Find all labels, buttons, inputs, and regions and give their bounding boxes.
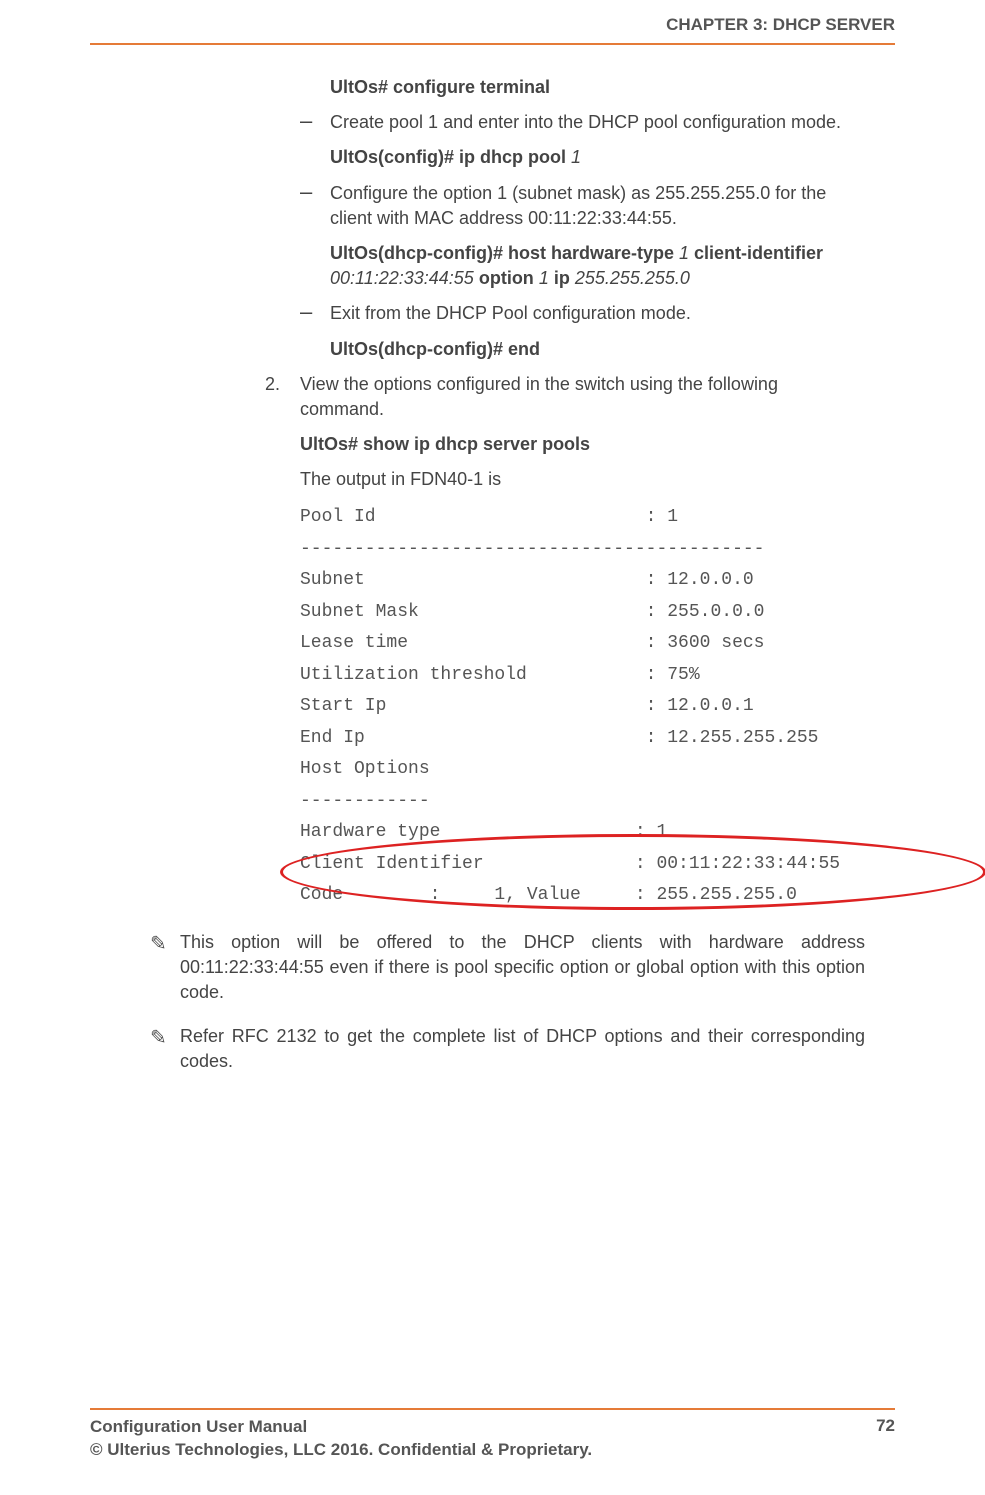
footer-left: Configuration User Manual © Ulterius Tec… (90, 1416, 592, 1462)
dash-icon: – (300, 110, 330, 135)
note-text: This option will be offered to the DHCP … (180, 930, 865, 1006)
cmd-host-option: UltOs(dhcp-config)# host hardware-type 1… (330, 241, 895, 291)
cmd-arg: 1 (571, 147, 581, 167)
page-header: CHAPTER 3: DHCP SERVER (90, 0, 895, 45)
step-number: 2. (265, 372, 300, 422)
bullet-text: Create pool 1 and enter into the DHCP po… (330, 110, 895, 135)
cmd-text: UltOs(config)# ip dhcp pool (330, 147, 571, 167)
note-offered: ✎ This option will be offered to the DHC… (150, 930, 865, 1006)
bullet-configure-option: – Configure the option 1 (subnet mask) a… (300, 181, 895, 231)
footer-copyright: © Ulterius Technologies, LLC 2016. Confi… (90, 1440, 592, 1459)
chapter-title: CHAPTER 3: DHCP SERVER (666, 15, 895, 34)
note-rfc: ✎ Refer RFC 2132 to get the complete lis… (150, 1024, 865, 1074)
cmd-text: ip (549, 268, 575, 288)
page-footer: Configuration User Manual © Ulterius Tec… (90, 1408, 895, 1462)
cmd-end: UltOs(dhcp-config)# end (330, 337, 895, 362)
cmd-arg: 1 (539, 268, 549, 288)
cmd-show-pools: UltOs# show ip dhcp server pools (300, 432, 895, 457)
page-content: UltOs# configure terminal – Create pool … (90, 75, 895, 1074)
pencil-icon: ✎ (150, 930, 180, 1006)
document-page: CHAPTER 3: DHCP SERVER UltOs# configure … (0, 0, 985, 1495)
note-text: Refer RFC 2132 to get the complete list … (180, 1024, 865, 1074)
bullet-text: Exit from the DHCP Pool configuration mo… (330, 301, 895, 326)
bullet-create-pool: – Create pool 1 and enter into the DHCP … (300, 110, 895, 135)
bullet-text: Configure the option 1 (subnet mask) as … (330, 181, 895, 231)
page-number: 72 (876, 1416, 895, 1462)
cmd-text: option (479, 268, 539, 288)
cmd-text: UltOs(dhcp-config)# host hardware-type (330, 243, 679, 263)
output-text: Pool Id : 1 ----------------------------… (300, 507, 840, 905)
cmd-arg: 00:11:22:33:44:55 (330, 268, 474, 288)
step-2: 2. View the options configured in the sw… (265, 372, 895, 422)
dash-icon: – (300, 181, 330, 231)
step-text: View the options configured in the switc… (300, 372, 895, 422)
bullet-exit: – Exit from the DHCP Pool configuration … (300, 301, 895, 326)
output-intro: The output in FDN40-1 is (300, 467, 895, 492)
terminal-output: Pool Id : 1 ----------------------------… (300, 502, 895, 912)
cmd-text: client-identifier (689, 243, 823, 263)
dash-icon: – (300, 301, 330, 326)
cmd-ip-dhcp-pool: UltOs(config)# ip dhcp pool 1 (330, 145, 895, 170)
cmd-arg: 1 (679, 243, 689, 263)
pencil-icon: ✎ (150, 1024, 180, 1074)
footer-doc-title: Configuration User Manual (90, 1417, 307, 1436)
cmd-arg: 255.255.255.0 (575, 268, 690, 288)
cmd-configure-terminal: UltOs# configure terminal (330, 75, 895, 100)
